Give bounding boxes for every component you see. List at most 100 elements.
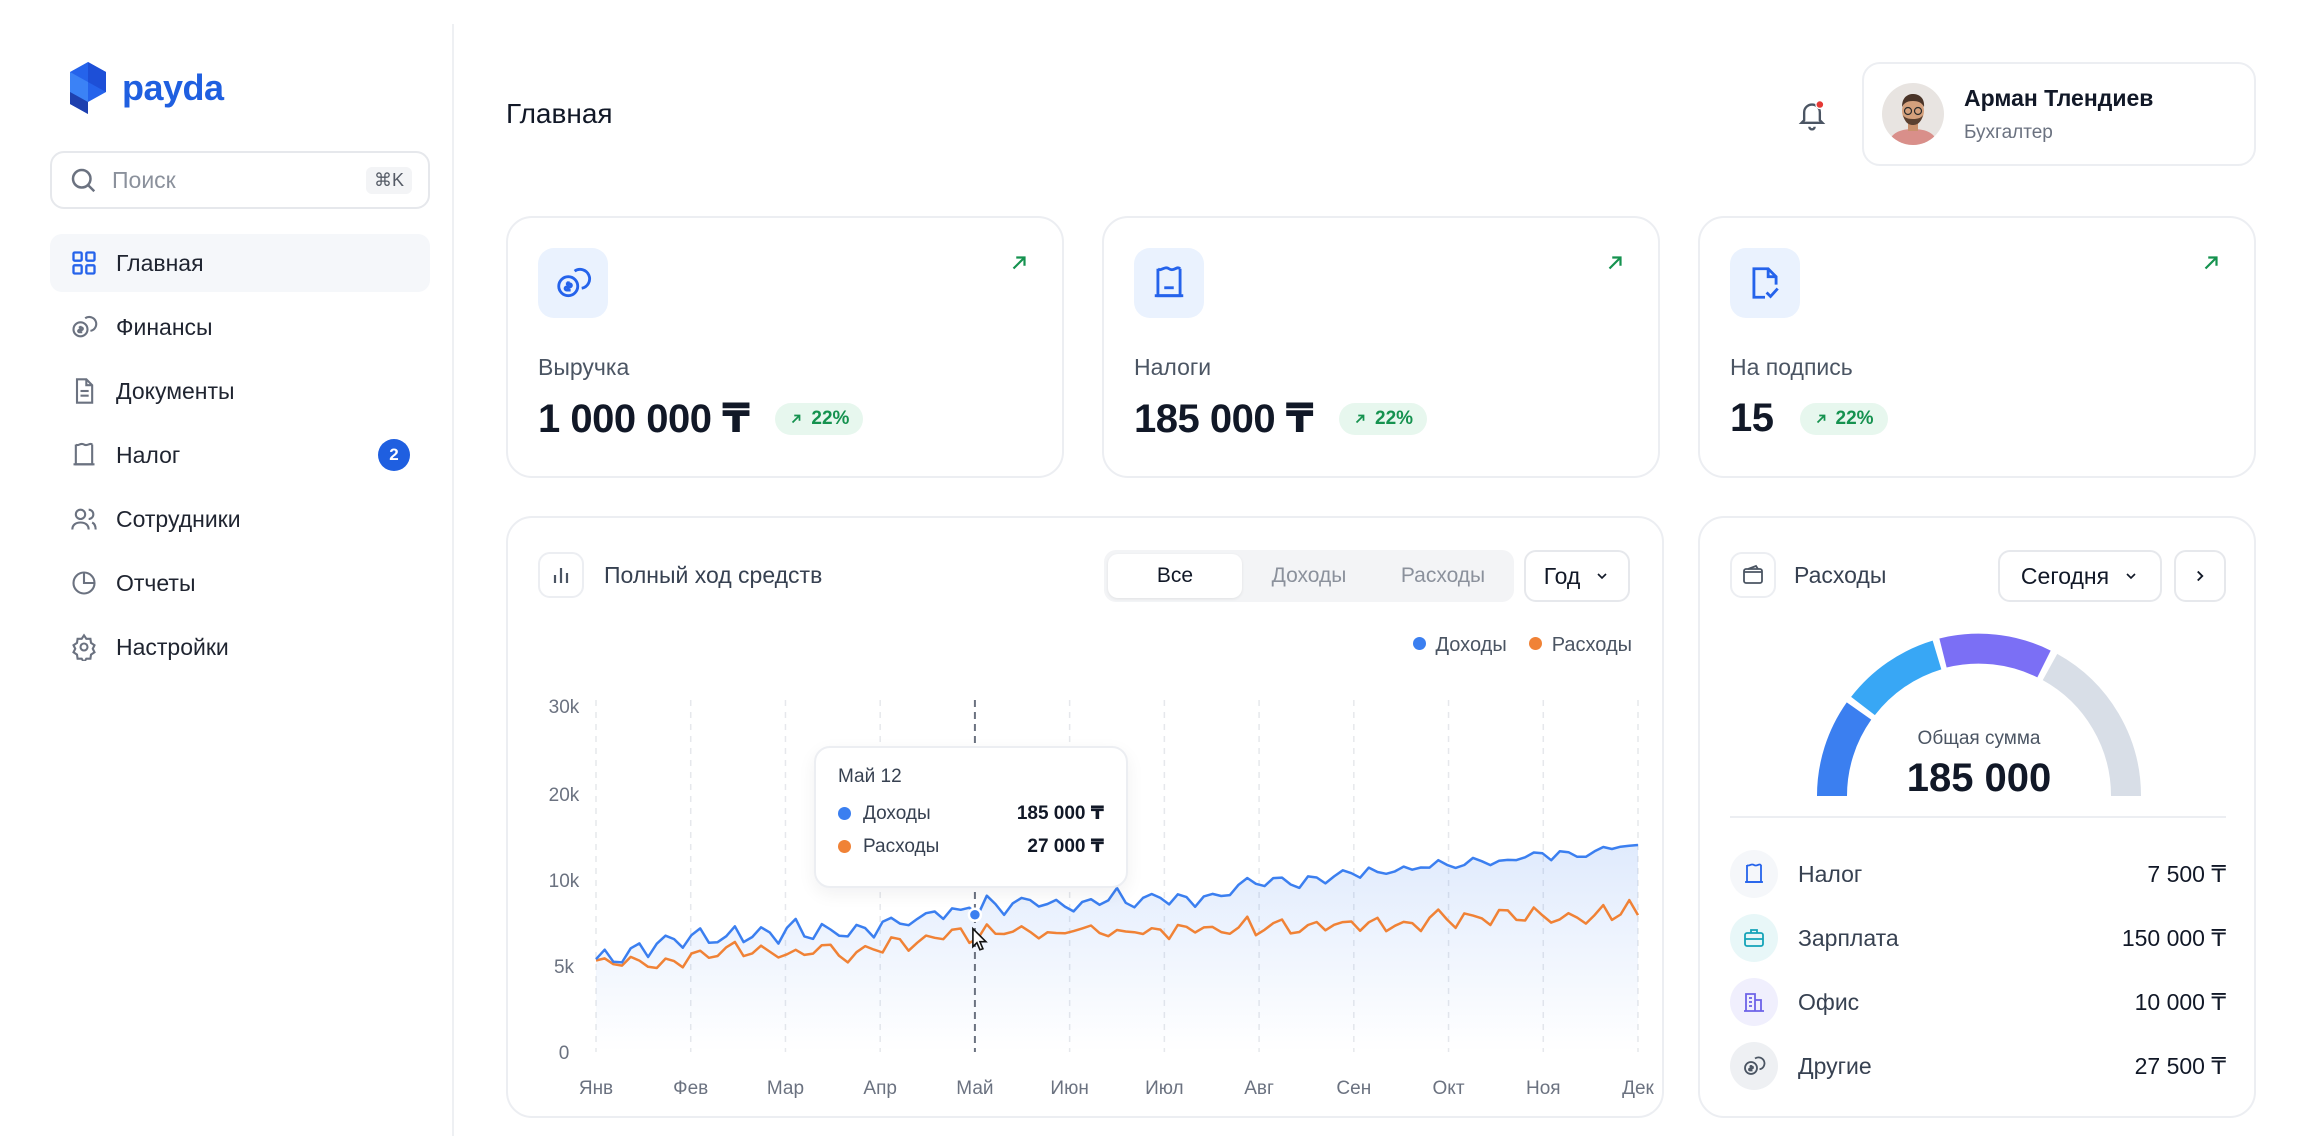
x-tick-label: Май xyxy=(956,1078,993,1099)
avatar xyxy=(1882,83,1944,145)
sidebar-item-tax[interactable]: Налог 2 xyxy=(50,426,430,484)
kpi-icon-badge xyxy=(538,248,608,318)
user-profile[interactable]: Арман Тлендиев Бухгалтер xyxy=(1862,62,2256,166)
tooltip-row-value: 27 000 ₸ xyxy=(1027,836,1104,857)
chart-tooltip: Май 12 Доходы 185 000 ₸ Расходы 27 000 ₸ xyxy=(814,746,1128,888)
building-icon xyxy=(1744,993,1764,1012)
arrow-up-right-icon xyxy=(1355,414,1365,424)
divider xyxy=(1730,816,2226,818)
y-tick-label: 30k xyxy=(549,697,580,718)
gauge-total-label: Общая сумма xyxy=(1917,728,2041,749)
x-tick-label: Дек xyxy=(1622,1078,1654,1099)
y-tick-label: 20k xyxy=(549,785,580,806)
user-name: Арман Тлендиев xyxy=(1964,84,2154,111)
arrow-up-right-icon[interactable] xyxy=(2200,252,2222,274)
expense-row-office[interactable]: Офис 10 000 ₸ xyxy=(1730,970,2226,1034)
expense-name: Другие xyxy=(1798,1052,1872,1079)
expenses-list: Налог 7 500 ₸ Зарплата 150 000 ₸ Офис 10… xyxy=(1730,842,2226,1098)
pie-chart-icon xyxy=(72,571,96,595)
wallet-icon xyxy=(1743,564,1763,584)
expenses-period-value: Сегодня xyxy=(2020,562,2110,589)
kpi-label: На подпись xyxy=(1730,354,1853,380)
grid-icon xyxy=(72,251,96,275)
sidebar-item-label: Отчеты xyxy=(116,569,196,596)
gauge-total-value: 185 000 xyxy=(1906,756,2052,800)
x-tick-label: Сен xyxy=(1336,1078,1371,1099)
gauge-segment-2 xyxy=(1851,640,1942,716)
tooltip-row-expenses: Расходы 27 000 ₸ xyxy=(838,835,1104,858)
change-value: 22% xyxy=(1375,408,1414,429)
tooltip-row-label: Расходы xyxy=(863,835,940,857)
x-tick-label: Фев xyxy=(673,1078,708,1099)
search-placeholder: Поиск xyxy=(112,166,176,193)
kpi-value: 185 000 ₸ xyxy=(1134,397,1314,441)
coins-icon xyxy=(1744,1056,1766,1075)
receipt-icon xyxy=(1154,266,1184,298)
change-badge: 22% xyxy=(775,403,864,435)
expense-name: Офис xyxy=(1798,988,1860,1015)
arrow-up-right-icon xyxy=(792,414,801,424)
brand-name: payda xyxy=(122,67,224,108)
expense-row-other[interactable]: Другие 27 500 ₸ xyxy=(1730,1034,2226,1098)
x-tick-label: Июн xyxy=(1050,1078,1088,1099)
gear-icon xyxy=(72,633,96,661)
sidebar-item-employees[interactable]: Сотрудники xyxy=(50,490,430,548)
sidebar-nav: Главная Финансы Документы Налог 2 Сотруд… xyxy=(50,234,430,682)
tooltip-row-value: 185 000 ₸ xyxy=(1016,803,1104,824)
expense-value: 27 500 ₸ xyxy=(2134,1052,2226,1079)
next-button[interactable] xyxy=(2174,550,2226,602)
kpi-icon-badge xyxy=(1134,248,1204,318)
x-tick-label: Окт xyxy=(1433,1078,1465,1099)
sidebar-item-home[interactable]: Главная xyxy=(50,234,430,292)
payda-logo-icon xyxy=(70,62,106,114)
gauge-segment-3 xyxy=(1939,633,2051,678)
expenses-period-select[interactable]: Сегодня xyxy=(1998,550,2162,602)
kpi-value: 15 xyxy=(1730,396,1774,440)
x-tick-label: Мар xyxy=(767,1078,804,1099)
tooltip-title: Май 12 xyxy=(838,766,902,787)
coins-icon xyxy=(72,315,98,338)
briefcase-icon xyxy=(1744,929,1764,947)
kpi-label: Выручка xyxy=(538,354,630,380)
x-tick-label: Авг xyxy=(1244,1078,1274,1099)
sidebar-item-settings[interactable]: Настройки xyxy=(50,618,430,676)
bell-icon[interactable] xyxy=(1796,98,1828,132)
expense-name: Зарплата xyxy=(1798,924,1899,951)
kpi-card-taxes[interactable]: Налоги 185 000 ₸ 22% xyxy=(1102,216,1660,478)
change-value: 22% xyxy=(811,408,850,429)
chevron-down-icon xyxy=(2126,573,2136,580)
expenses-card: Расходы Сегодня Общая сумма 185 000 Нало… xyxy=(1698,516,2256,1118)
arrow-up-right-icon[interactable] xyxy=(1604,252,1626,274)
search-icon xyxy=(71,168,96,193)
users-icon xyxy=(71,508,97,530)
sidebar-item-reports[interactable]: Отчеты xyxy=(50,554,430,612)
receipt-icon xyxy=(1745,863,1763,883)
expense-value: 7 500 ₸ xyxy=(2147,860,2226,887)
expense-value: 10 000 ₸ xyxy=(2134,988,2226,1015)
expense-icon-badge xyxy=(1730,978,1778,1026)
arrow-up-right-icon[interactable] xyxy=(1008,252,1030,274)
document-check-icon xyxy=(1752,267,1779,299)
expense-icon-badge xyxy=(1730,914,1778,962)
search-input[interactable]: Поиск ⌘K xyxy=(50,151,430,209)
document-icon xyxy=(75,378,94,404)
search-shortcut: ⌘K xyxy=(365,166,412,194)
kpi-card-to-sign[interactable]: На подпись 15 22% xyxy=(1698,216,2256,478)
kpi-card-revenue[interactable]: Выручка 1 000 000 ₸ 22% xyxy=(506,216,1064,478)
sidebar-item-label: Налог xyxy=(116,441,181,468)
sidebar-item-finance[interactable]: Финансы xyxy=(50,298,430,356)
x-tick-label: Июл xyxy=(1145,1078,1184,1099)
change-value: 22% xyxy=(1835,407,1874,429)
kpi-value: 1 000 000 ₸ xyxy=(538,397,750,441)
expense-value: 150 000 ₸ xyxy=(2121,924,2226,951)
logo[interactable]: payda xyxy=(68,62,224,114)
kpi-label: Налоги xyxy=(1134,354,1212,380)
sidebar: payda Поиск ⌘K Главная Финансы Документы… xyxy=(0,24,454,1136)
expense-row-tax[interactable]: Налог 7 500 ₸ xyxy=(1730,842,2226,906)
change-badge: 22% xyxy=(1339,403,1428,435)
kpi-icon-badge xyxy=(1730,248,1800,318)
x-tick-label: Апр xyxy=(863,1078,897,1099)
sidebar-item-documents[interactable]: Документы xyxy=(50,362,430,420)
hover-point xyxy=(967,907,983,922)
expense-row-salary[interactable]: Зарплата 150 000 ₸ xyxy=(1730,906,2226,970)
